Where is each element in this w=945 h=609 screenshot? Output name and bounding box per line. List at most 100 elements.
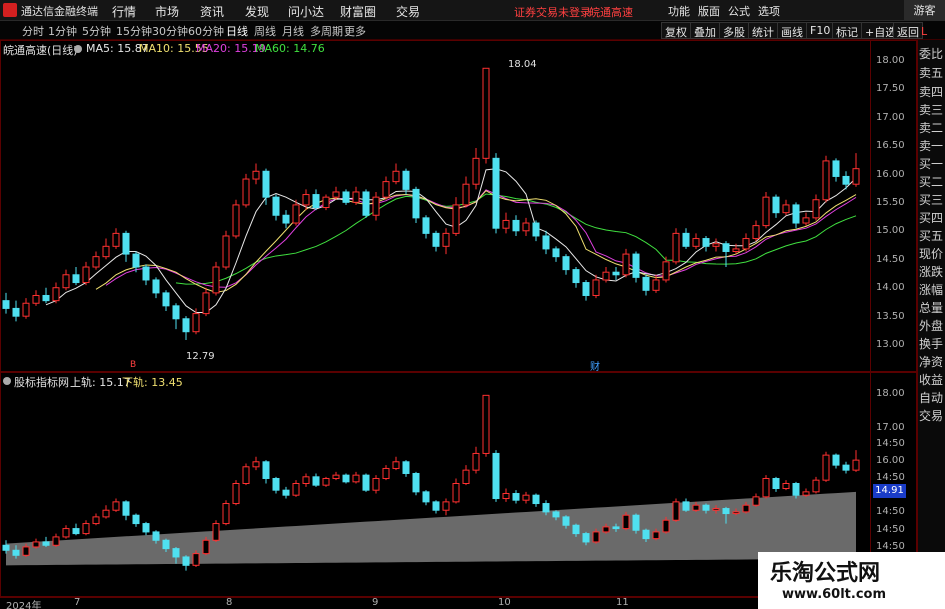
menu-layout[interactable]: 版面 [698, 3, 720, 19]
back-button[interactable]: 返回 [893, 22, 923, 39]
candle-body [232, 204, 240, 237]
candle-body [452, 204, 460, 234]
candle-body [752, 225, 760, 240]
candle-body [132, 253, 140, 268]
candle-body [472, 452, 480, 471]
side-item: 买五 [919, 229, 944, 243]
indicator-tick: 18.00 [876, 388, 905, 399]
event-mark-finance[interactable]: 财 [590, 358, 600, 373]
candle-body [312, 476, 320, 486]
candle-body [32, 294, 40, 304]
candle-body [532, 222, 540, 237]
side-item[interactable]: 自动 [919, 389, 945, 406]
candle-body [342, 191, 350, 203]
indicator-tick: 14:50 [876, 541, 905, 552]
side-item[interactable]: 交易 [919, 407, 945, 424]
indicator-tick: 16.00 [876, 455, 905, 466]
candle-body [662, 261, 670, 281]
menu-ask[interactable]: 问小达 [288, 3, 324, 20]
guest-button[interactable]: 游客 [904, 0, 945, 21]
candle-body [62, 274, 70, 289]
candle-body [832, 160, 840, 177]
candle-body [412, 472, 420, 493]
candle-body [262, 461, 270, 479]
f10-button[interactable]: F10 [806, 22, 835, 39]
candle-body [52, 287, 60, 302]
candle-body [142, 523, 150, 533]
candle-body [712, 243, 720, 247]
candle-body [772, 196, 780, 214]
menu-market[interactable]: 市场 [155, 3, 179, 20]
period-intraday[interactable]: 分时 [22, 23, 44, 39]
date-label: 7 [74, 597, 81, 608]
candle-body [372, 477, 380, 491]
candle-body [432, 501, 440, 511]
event-mark-b[interactable]: B [130, 360, 136, 370]
candle-body [12, 549, 20, 556]
side-item: 买三 [919, 193, 944, 207]
period-5min[interactable]: 5分钟 [82, 23, 111, 39]
candle-body [302, 476, 310, 484]
menu-options[interactable]: 选项 [758, 3, 780, 19]
candle-body [372, 196, 380, 216]
period-monthly[interactable]: 月线 [282, 23, 304, 39]
mark-button[interactable]: 标记 [832, 22, 862, 39]
menu-formula[interactable]: 公式 [728, 3, 750, 19]
menu-wealth[interactable]: 财富圈 [340, 3, 376, 20]
candle-body [112, 232, 120, 247]
stats-button[interactable]: 统计 [748, 22, 778, 39]
candle-body [582, 282, 590, 296]
candle-body [22, 546, 30, 556]
low-price-label: 12.79 [186, 351, 215, 362]
candle-body [152, 279, 160, 294]
login-status[interactable]: 证券交易未登录 [514, 4, 591, 20]
candle-body [782, 483, 790, 490]
date-label: 8 [226, 597, 233, 608]
menu-trade[interactable]: 交易 [396, 3, 420, 20]
watermark-url: www.60lt.com [782, 587, 887, 602]
menu-quotes[interactable]: 行情 [112, 3, 136, 20]
multi-stock-button[interactable]: 多股 [719, 22, 749, 39]
overlay-button[interactable]: 叠加 [690, 22, 720, 39]
candle-body [612, 526, 620, 530]
candle-body [92, 516, 100, 525]
candle-body [422, 491, 430, 503]
period-30min[interactable]: 30分钟 [152, 23, 188, 39]
candle-body [352, 474, 360, 483]
period-weekly[interactable]: 周线 [254, 23, 276, 39]
period-daily[interactable]: 日线 [226, 23, 248, 39]
candle-body [702, 504, 710, 511]
candle-body [422, 217, 430, 234]
candle-body [492, 452, 500, 500]
candle-body [832, 454, 840, 466]
period-15min[interactable]: 15分钟 [116, 23, 152, 39]
candle-body [822, 454, 830, 481]
period-1min[interactable]: 1分钟 [48, 23, 77, 39]
draw-button[interactable]: 画线 [777, 22, 807, 39]
candle-body [212, 266, 220, 294]
indicator-tick: 14:50 [876, 524, 905, 535]
app-logo-icon [3, 3, 17, 17]
candle-body [152, 531, 160, 541]
candle-body [172, 305, 180, 320]
candle-body [2, 544, 10, 551]
candle-body [482, 67, 490, 159]
candle-body [642, 529, 650, 540]
menu-function[interactable]: 功能 [668, 3, 690, 19]
candle-body [202, 539, 210, 555]
menu-news[interactable]: 资讯 [200, 3, 224, 20]
candle-body [502, 493, 510, 500]
candle-body [192, 313, 200, 333]
period-60min[interactable]: 60分钟 [188, 23, 224, 39]
candle-body [752, 496, 760, 506]
candle-body [282, 489, 290, 496]
adjust-button[interactable]: 复权 [661, 22, 691, 39]
date-label: 9 [372, 597, 379, 608]
menu-discover[interactable]: 发现 [245, 3, 269, 20]
candle-body [112, 501, 120, 511]
period-more[interactable]: 更多 [344, 23, 366, 39]
period-multi[interactable]: 多周期 [310, 23, 343, 39]
candle-body [602, 271, 610, 281]
candle-body [632, 514, 640, 531]
candle-body [512, 219, 520, 232]
